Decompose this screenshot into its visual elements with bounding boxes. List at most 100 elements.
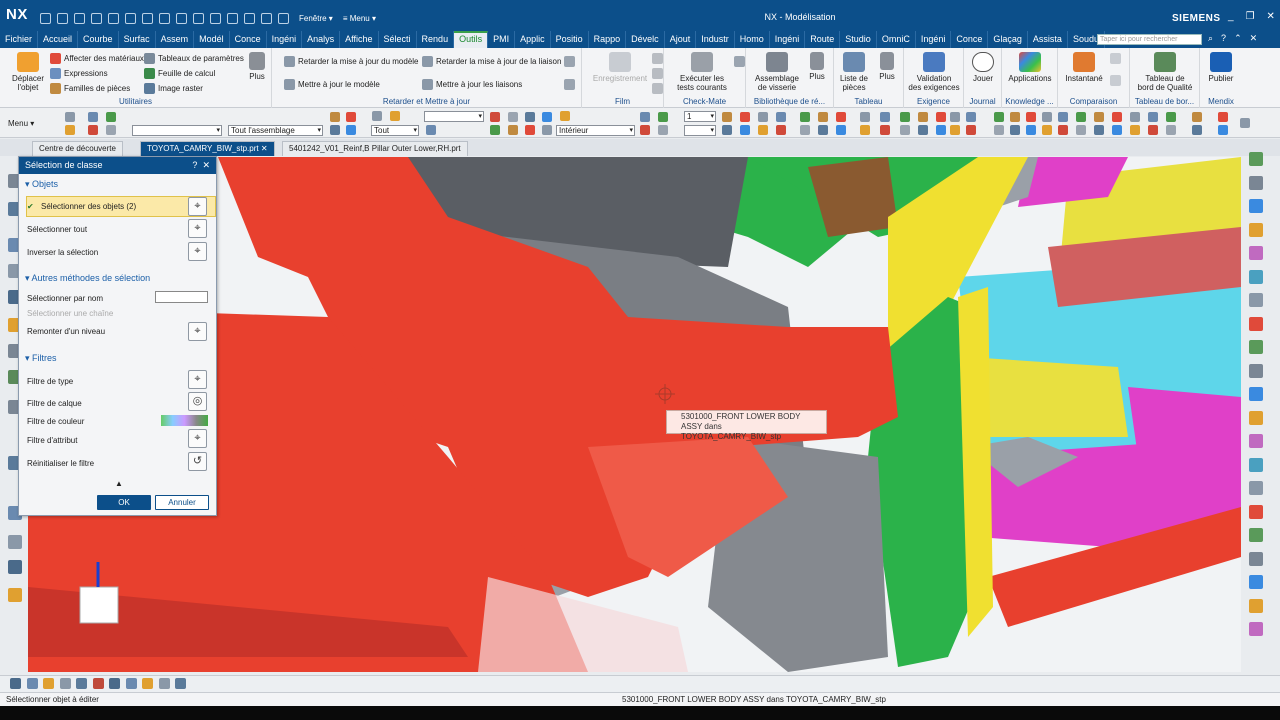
toolbar-tool-icon[interactable]	[525, 112, 535, 122]
toolbar-tool-icon[interactable]	[1026, 125, 1036, 135]
type-filter-button[interactable]: ⌖	[188, 370, 207, 389]
view-tool-icon[interactable]	[1249, 199, 1263, 213]
toolbar-tool-icon[interactable]	[800, 125, 810, 135]
tab-15[interactable]: Positio	[551, 31, 589, 48]
toolbar-tool-icon[interactable]	[936, 112, 946, 122]
bottom-tool-icon[interactable]	[142, 678, 153, 689]
publish-button[interactable]: Publier	[1202, 52, 1240, 83]
requirements-validation-button[interactable]: Validation des exigences	[906, 52, 962, 92]
bottom-tool-icon[interactable]	[175, 678, 186, 689]
toolbar-tool-icon[interactable]	[758, 125, 768, 135]
tab-3[interactable]: Surfac	[119, 31, 156, 48]
search-icon[interactable]: ⌕	[1208, 33, 1213, 44]
snapshot-button[interactable]: Instantané	[1060, 52, 1108, 83]
up-one-level-button[interactable]: ⌖	[188, 322, 207, 341]
view-tool-icon[interactable]	[1249, 316, 1263, 331]
tab-21[interactable]: Ingéni	[770, 31, 806, 48]
toolbar-tool-icon[interactable]	[640, 125, 650, 135]
tab-27[interactable]: Glaçag	[988, 31, 1028, 48]
touch-mode-icon[interactable]	[261, 12, 272, 24]
toolbar-tool-icon[interactable]	[330, 112, 340, 122]
toolbar-tool-icon[interactable]	[1026, 112, 1036, 122]
toolbar-tool-icon[interactable]	[508, 112, 518, 122]
copy-icon[interactable]	[159, 12, 170, 24]
repeat-command-icon[interactable]	[227, 12, 238, 24]
tab-16[interactable]: Rappo	[589, 31, 627, 48]
reset-filter-button[interactable]: ↺	[188, 452, 207, 471]
toolbar-tool-icon[interactable]	[1192, 125, 1202, 135]
bottom-tool-icon[interactable]	[158, 678, 170, 689]
view-tool-icon[interactable]	[1249, 457, 1263, 472]
invert-selection-button[interactable]: ⌖	[188, 242, 207, 261]
redo-icon[interactable]	[125, 12, 136, 24]
tab-2[interactable]: Courbe	[78, 31, 119, 48]
toolbar-tool-icon[interactable]	[1166, 125, 1176, 135]
tab-b-pillar-reinf[interactable]: 5401242_V01_Reinf,B Pillar Outer Lower,R…	[282, 141, 468, 156]
toolbar-tool-icon[interactable]	[740, 125, 750, 135]
dialog-close-button[interactable]: ✕	[202, 160, 210, 170]
view-tool-icon[interactable]	[1249, 528, 1263, 542]
toolbar-tool-icon[interactable]	[330, 125, 340, 135]
toolbar-tool-icon[interactable]	[640, 112, 650, 122]
view-tool-icon[interactable]	[1249, 246, 1263, 260]
toolbar-tool-icon[interactable]	[1058, 125, 1068, 135]
display-combo[interactable]: Intérieur	[556, 125, 635, 136]
update-links-button[interactable]: Mettre à jour les liaisons	[422, 79, 522, 90]
view-tool-icon[interactable]	[1249, 410, 1263, 425]
expand-icon[interactable]: ⌃	[1234, 33, 1242, 44]
bottom-tool-icon[interactable]	[43, 678, 54, 689]
bottom-tool-icon[interactable]	[26, 678, 38, 689]
color-filter-swatch[interactable]	[161, 415, 208, 426]
recording-button[interactable]: Enregistrement	[588, 52, 652, 83]
link-tool-1[interactable]	[564, 56, 575, 67]
delay-model-update-button[interactable]: Retarder la mise à jour du modèle	[284, 56, 419, 67]
toolbar-tool-icon[interactable]	[1094, 125, 1104, 135]
toolbar-tool-icon[interactable]	[918, 112, 928, 122]
parts-list-button[interactable]: Liste de pièces	[836, 52, 872, 92]
open-file-icon[interactable]	[57, 12, 68, 24]
toolbar-tool-icon[interactable]	[106, 112, 116, 122]
close-window-button[interactable]: ✕	[1267, 11, 1275, 22]
toolbar-tool-icon[interactable]	[1130, 112, 1140, 122]
toolbar-tool-icon[interactable]	[346, 112, 356, 122]
toolbar-tool-icon[interactable]	[1148, 112, 1158, 122]
view-tool-icon[interactable]	[1249, 551, 1263, 566]
view-tool-icon[interactable]	[1249, 387, 1263, 401]
microphone-icon[interactable]	[244, 12, 255, 24]
toolbar-tool-icon[interactable]	[880, 125, 890, 135]
toolbar-tool-icon[interactable]	[1218, 112, 1228, 122]
restore-button[interactable]: ❐	[1246, 11, 1255, 22]
toolbar-tool-icon[interactable]	[525, 125, 535, 135]
expressions-button[interactable]: Expressions	[50, 68, 108, 79]
tab-1[interactable]: Accueil	[38, 31, 79, 48]
tab-26[interactable]: Conce	[951, 31, 989, 48]
new-file-icon[interactable]	[40, 12, 51, 24]
toolbar-tool-icon[interactable]	[1240, 118, 1250, 128]
toolbar-tool-icon[interactable]	[658, 125, 668, 135]
toolbar-tool-icon[interactable]	[836, 112, 846, 122]
compare-tool-2[interactable]	[1110, 75, 1121, 86]
toolbar-tool-icon[interactable]	[1042, 125, 1052, 135]
update-model-button[interactable]: Mettre à jour le modèle	[284, 79, 380, 90]
toolbar-tool-icon[interactable]	[106, 125, 116, 135]
toolbar-tool-icon[interactable]	[860, 125, 870, 135]
window-menu[interactable]: Fenêtre ▾	[299, 14, 333, 23]
toolbar-tool-icon[interactable]	[818, 112, 828, 122]
toolbar-tool-icon[interactable]	[346, 125, 356, 135]
view-combo[interactable]	[684, 125, 716, 136]
toolbar-tool-icon[interactable]	[950, 112, 960, 122]
tab-18[interactable]: Ajout	[665, 31, 697, 48]
view-tool-icon[interactable]	[1249, 481, 1263, 495]
resource-bar-icon[interactable]	[8, 560, 22, 574]
tab-toyota-camry[interactable]: TOYOTA_CAMRY_BIW_stp.prt ✕	[140, 141, 275, 156]
toolbar-tool-icon[interactable]	[966, 125, 976, 135]
bottom-tool-icon[interactable]	[10, 678, 21, 689]
part-families-button[interactable]: Familles de pièces	[50, 83, 130, 94]
toolbar-tool-icon[interactable]	[88, 112, 98, 122]
view-tool-icon[interactable]	[1249, 293, 1263, 307]
tab-8[interactable]: Analys	[302, 31, 341, 48]
resource-bar-icon[interactable]	[8, 588, 22, 602]
switch-window-icon[interactable]	[278, 12, 289, 24]
command-search-input[interactable]: Taper ici pour rechercher	[1097, 34, 1202, 45]
link-tool-2[interactable]	[564, 79, 575, 90]
